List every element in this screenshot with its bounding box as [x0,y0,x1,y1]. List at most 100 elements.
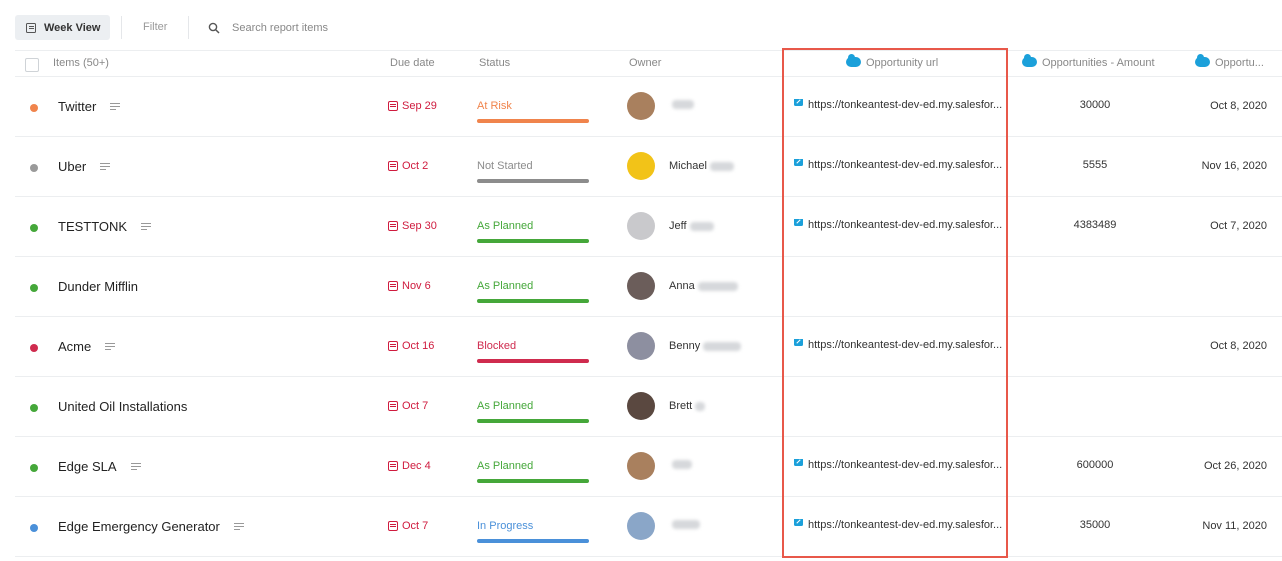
week-view-button[interactable]: Week View [15,15,110,40]
toolbar-divider [121,16,122,39]
opportunity-date: Oct 8, 2020 [1210,340,1267,352]
owner-name-text: Anna [669,280,695,292]
status-label[interactable]: As Planned [477,400,533,412]
owner-name[interactable]: Jeff [669,220,714,232]
notes-icon[interactable] [233,522,244,531]
redacted-text [697,281,738,291]
status-label[interactable]: As Planned [477,280,533,292]
table-row[interactable]: Edge Emergency Generator Oct 7 In Progress… [15,497,1282,557]
owner-name-text: Brett [669,400,693,412]
item-name[interactable]: United Oil Installations [58,399,187,414]
owner-name[interactable] [669,520,700,529]
due-date[interactable]: Oct 16 [388,340,434,352]
item-name-text: Edge Emergency Generator [58,519,220,534]
column-header-items[interactable]: Items (50+) [53,57,109,69]
item-name[interactable]: Twitter [58,99,121,114]
notes-icon[interactable] [100,162,111,171]
table-row[interactable]: Dunder Mifflin Nov 6 As Planned Anna [15,257,1282,317]
opportunity-amount: 35000 [1079,519,1111,531]
opportunity-url-link[interactable]: https://tonkeantest-dev-ed.my.salesfor..… [794,159,1004,171]
status-label[interactable]: As Planned [477,220,533,232]
redacted-text [689,221,714,231]
opportunity-amount: 30000 [1079,99,1111,111]
external-link-icon [794,99,803,106]
opportunity-url-link[interactable]: https://tonkeantest-dev-ed.my.salesfor..… [794,339,1004,351]
table-row[interactable]: Edge SLA Dec 4 As Planned https://tonkeante… [15,437,1282,497]
owner-name[interactable]: Benny [669,340,742,352]
notes-icon[interactable] [141,222,152,231]
due-date[interactable]: Sep 30 [388,220,437,232]
item-name[interactable]: Dunder Mifflin [58,279,138,294]
opportunity-url-link[interactable]: https://tonkeantest-dev-ed.my.salesfor..… [794,459,1004,471]
status-bar [477,239,589,243]
calendar-icon [388,161,398,171]
opportunity-url-link[interactable]: https://tonkeantest-dev-ed.my.salesfor..… [794,519,1004,531]
status-bar [477,359,589,363]
avatar [627,152,655,180]
status-bar [477,539,589,543]
notes-icon[interactable] [110,102,121,111]
owner-name[interactable]: Brett [669,400,706,412]
table-row[interactable]: Twitter Sep 29 At Risk https://tonkeantest-… [15,77,1282,137]
due-date-text: Nov 6 [402,280,431,292]
due-date[interactable]: Oct 7 [388,520,428,532]
item-name[interactable]: Acme [58,339,116,354]
owner-name[interactable] [669,100,694,109]
avatar [627,272,655,300]
table-row[interactable]: TESTTONK Sep 30 As Planned Jeff https://tonk… [15,197,1282,257]
calendar-icon [388,401,398,411]
owner-name[interactable] [669,460,692,469]
salesforce-icon [1022,54,1037,67]
table-row[interactable]: Uber Oct 2 Not Started Michael https://tonke… [15,137,1282,197]
opportunity-url-link[interactable]: https://tonkeantest-dev-ed.my.salesfor..… [794,219,1004,231]
status-label[interactable]: In Progress [477,520,533,532]
due-date[interactable]: Dec 4 [388,460,431,472]
table-row[interactable]: Acme Oct 16 Blocked Benny https://tonkeantes… [15,317,1282,377]
item-name[interactable]: TESTTONK [58,219,152,234]
week-view-label: Week View [44,21,101,34]
column-header-owner[interactable]: Owner [629,57,661,69]
owner-name-text: Benny [669,340,701,352]
column-header-label: Opportunity url [866,57,939,69]
select-all-checkbox[interactable] [25,58,39,72]
item-name[interactable]: Edge SLA [58,459,141,474]
due-date[interactable]: Nov 6 [388,280,431,292]
opportunity-url-text: https://tonkeantest-dev-ed.my.salesfor..… [808,459,1003,471]
owner-name[interactable]: Anna [669,280,738,292]
opportunity-date: Nov 16, 2020 [1201,160,1267,172]
due-date[interactable]: Sep 29 [388,100,437,112]
due-date-text: Oct 7 [402,400,429,412]
opportunity-date: Nov 11, 2020 [1202,520,1267,532]
due-date[interactable]: Oct 2 [388,160,428,172]
opportunity-date: Oct 8, 2020 [1210,100,1267,112]
opportunity-date: Oct 7, 2020 [1210,220,1267,232]
table-header: Items (50+) Due date Status Owner Opport… [15,50,1282,77]
filter-button[interactable]: Filter [143,21,167,33]
column-header-status[interactable]: Status [479,57,510,69]
item-name-text: Dunder Mifflin [58,279,138,294]
avatar [627,452,655,480]
search-input[interactable] [226,17,426,39]
item-name-text: TESTTONK [58,219,128,234]
column-header-label: Opportunities - Amount [1042,57,1155,69]
status-label[interactable]: At Risk [477,100,512,112]
due-date[interactable]: Oct 7 [388,400,428,412]
opportunity-url-text: https://tonkeantest-dev-ed.my.salesfor..… [808,519,1003,531]
status-label[interactable]: As Planned [477,460,533,472]
owner-name[interactable]: Michael [669,160,734,172]
item-name[interactable]: Uber [58,159,111,174]
item-name[interactable]: Edge Emergency Generator [58,519,244,534]
salesforce-icon [1195,54,1210,67]
column-header-opportunity-url[interactable]: Opportunity url [846,54,939,69]
status-label[interactable]: Blocked [477,340,516,352]
column-header-opportunities-amount[interactable]: Opportunities - Amount [1022,54,1155,69]
status-label[interactable]: Not Started [477,160,533,172]
opportunity-url-link[interactable]: https://tonkeantest-dev-ed.my.salesfor..… [794,99,1004,111]
column-header-opportunity-date[interactable]: Opportu... [1195,54,1264,69]
due-date-text: Oct 16 [402,340,435,352]
table-row[interactable]: United Oil Installations Oct 7 As Planned B… [15,377,1282,437]
notes-icon[interactable] [105,342,116,351]
toolbar: Week View Filter [0,0,1282,50]
notes-icon[interactable] [130,462,141,471]
column-header-due-date[interactable]: Due date [390,57,435,69]
